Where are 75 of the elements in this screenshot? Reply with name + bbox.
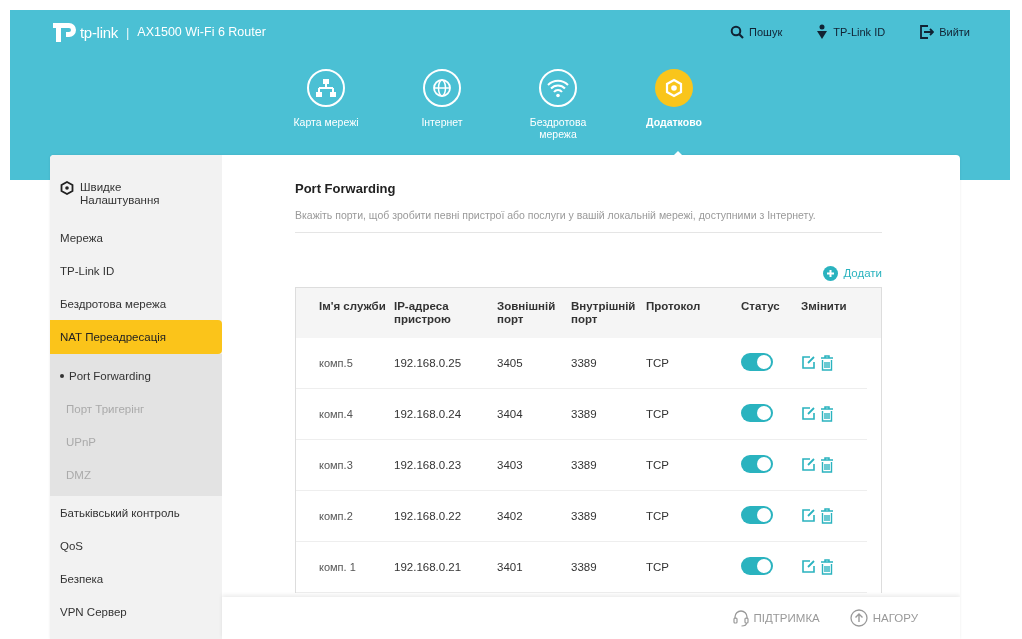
edit-icon[interactable]: [801, 406, 816, 422]
sidebar-item[interactable]: Бездротова мережа: [50, 287, 222, 320]
table-cell-text: 3401: [497, 561, 524, 573]
table-cell-text: комп.4: [319, 408, 354, 420]
sidebar-item[interactable]: QoS: [50, 529, 222, 562]
table-cell-text: 3389: [571, 459, 598, 471]
status-toggle[interactable]: [741, 455, 773, 473]
submenu-item[interactable]: Port Forwarding: [50, 359, 222, 392]
table-cell-text: 192.168.0.22: [394, 510, 463, 522]
status-toggle[interactable]: [741, 506, 773, 524]
description: Вкажіть порти, щоб зробити певні пристрої або послуги у вашій локальній мережі, доступними з Інтернету.: [295, 209, 817, 222]
table-cell-text: 192.168.0.24: [394, 408, 463, 420]
column-header: Статус: [741, 300, 781, 313]
trash-icon[interactable]: [820, 457, 834, 473]
header-link[interactable]: Пошук: [730, 25, 783, 39]
brand-name: tp-link: [80, 23, 118, 41]
separator: |: [125, 24, 130, 40]
gear-icon: [654, 68, 694, 108]
column-header: Змінити: [801, 300, 848, 313]
table-cell-text: 3389: [571, 561, 598, 573]
globe-icon: [422, 68, 462, 108]
page-title: Port Forwarding: [295, 181, 397, 196]
search-icon: [730, 25, 745, 39]
table-cell-text: 3405: [497, 357, 524, 369]
trash-icon[interactable]: [820, 355, 834, 371]
table-cell-text: 3404: [497, 408, 524, 420]
table-cell-text: TCP: [646, 459, 670, 471]
sidebar-item[interactable]: NAT Переадресація: [50, 320, 222, 354]
trash-icon[interactable]: [820, 508, 834, 524]
sidebar-item[interactable]: Батьківський контроль: [50, 496, 222, 529]
status-toggle[interactable]: [741, 557, 773, 575]
edit-icon[interactable]: [801, 508, 816, 524]
table-cell-text: 3389: [571, 510, 598, 522]
column-header: Протокол: [646, 300, 702, 313]
sidebar-item[interactable]: Мережа: [50, 221, 222, 254]
headset-icon: [732, 609, 749, 627]
trash-icon[interactable]: [820, 406, 834, 422]
table-cell-text: TCP: [646, 561, 670, 573]
table-cell-text: TCP: [646, 408, 670, 420]
table-cell-text: комп. 1: [319, 561, 357, 573]
table-cell-text: 192.168.0.21: [394, 561, 463, 573]
column-header: Ім'я служби: [319, 300, 387, 313]
table-cell-text: TCP: [646, 510, 670, 522]
table-cell-text: 3389: [571, 357, 598, 369]
header-link[interactable]: Вийти: [919, 25, 970, 39]
logo-icon: [52, 21, 78, 43]
table-cell-text: комп.2: [319, 510, 354, 522]
logout-icon: [919, 25, 935, 39]
table-cell-text: 3402: [497, 510, 524, 522]
table-cell-text: 192.168.0.23: [394, 459, 463, 471]
column-header: IP-адреса пристрою: [394, 300, 452, 326]
network-icon: [306, 68, 346, 108]
edit-icon[interactable]: [801, 355, 816, 371]
status-toggle[interactable]: [741, 353, 773, 371]
table-cell-text: 3403: [497, 459, 524, 471]
sidebar-item[interactable]: Безпека: [50, 562, 222, 595]
table-cell-text: комп.5: [319, 357, 354, 369]
model-name: AX1500 Wi-Fi 6 Router: [137, 25, 266, 39]
edit-icon[interactable]: [801, 559, 816, 575]
table-cell-text: TCP: [646, 357, 670, 369]
plus-icon: [823, 265, 839, 281]
table-cell-text: комп.3: [319, 459, 354, 471]
wifi-icon: [538, 68, 578, 108]
sidebar-item[interactable]: TP-Link ID: [50, 254, 222, 287]
edit-icon[interactable]: [801, 457, 816, 473]
column-header: Внутрішній порт: [571, 300, 637, 326]
sidebar-item[interactable]: VPN Сервер: [50, 595, 222, 628]
status-toggle[interactable]: [741, 404, 773, 422]
table-cell-text: 3389: [571, 408, 598, 420]
trash-icon[interactable]: [820, 559, 834, 575]
sidebar-item[interactable]: Швидке Налаштування: [50, 181, 170, 221]
gear-icon: [60, 181, 74, 195]
header-link[interactable]: TP-Link ID: [816, 24, 886, 40]
table-cell-text: 192.168.0.25: [394, 357, 463, 369]
column-header: Зовнішній порт: [497, 300, 557, 326]
